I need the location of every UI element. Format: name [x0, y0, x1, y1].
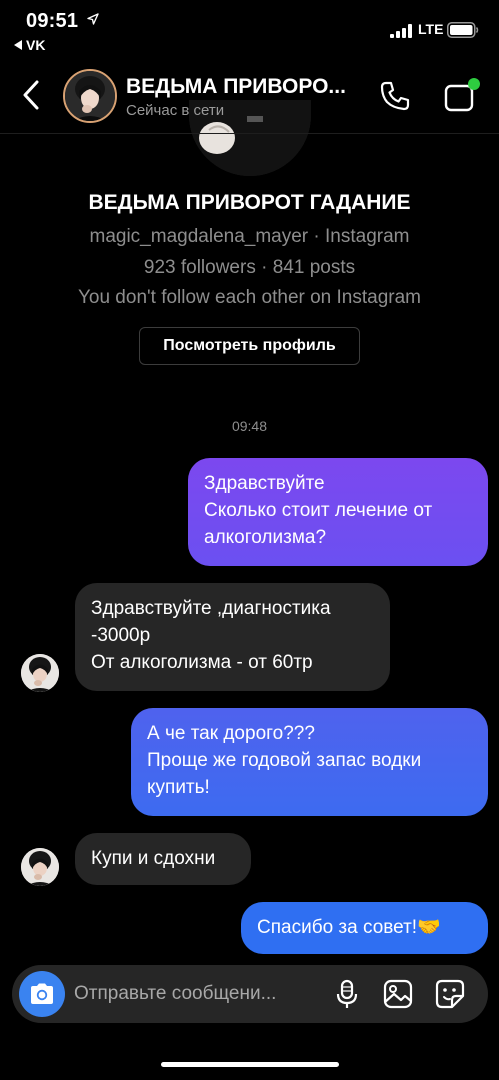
cellular-signal-icon — [390, 24, 412, 38]
online-status: Сейчас в сети — [126, 102, 225, 119]
back-app-label: VK — [26, 37, 46, 53]
profile-stats: 923 followers · 841 posts — [143, 257, 356, 278]
microphone-icon[interactable] — [331, 978, 363, 1010]
sender-avatar-image — [21, 654, 59, 692]
message-text: Спасибо за совет!🤝 — [257, 917, 441, 938]
status-bar: 09:51 VK LTE — [0, 0, 499, 58]
message-text: Купи и сдохни — [91, 848, 216, 869]
message-bubble-outgoing[interactable]: Спасибо за совет!🤝 — [241, 902, 488, 954]
gallery-icon[interactable] — [382, 978, 414, 1010]
camera-icon — [31, 983, 53, 1004]
message-composer — [12, 965, 488, 1023]
message-text: А че так дорого??? Проще же годовой запа… — [147, 723, 422, 798]
status-time: 09:51 — [26, 10, 79, 32]
back-chevron-icon[interactable] — [18, 78, 44, 112]
sender-avatar[interactable] — [21, 848, 59, 886]
phone-call-icon[interactable] — [377, 78, 413, 114]
profile-handle: magic_magdalena_mayer · Instagram — [89, 226, 410, 247]
message-bubble-outgoing[interactable]: Здравствуйте Сколько стоит лечение от ал… — [188, 458, 488, 566]
header-avatar[interactable] — [63, 69, 117, 123]
chat-header: ВЕДЬМА ПРИВОРО... Сейчас в сети — [0, 58, 499, 134]
back-to-app-link[interactable]: VK — [14, 37, 45, 53]
message-bubble-incoming[interactable]: Здравствуйте ,диагностика -3000р От алко… — [75, 583, 390, 691]
home-indicator[interactable] — [161, 1062, 339, 1067]
profile-name: ВЕДЬМА ПРИВОРОТ ГАДАНИЕ — [88, 191, 411, 214]
network-type: LTE — [418, 21, 444, 37]
message-text: Здравствуйте ,диагностика -3000р От алко… — [91, 598, 331, 673]
avatar-photo-image — [65, 71, 115, 121]
message-bubble-incoming[interactable]: Купи и сдохни — [75, 833, 251, 885]
message-input[interactable] — [74, 979, 324, 1009]
follow-status: You don't follow each other on Instagram — [77, 287, 422, 308]
chat-title[interactable]: ВЕДЬМА ПРИВОРО... — [126, 75, 346, 99]
video-call-icon[interactable] — [441, 76, 481, 116]
camera-button[interactable] — [19, 971, 65, 1017]
sender-avatar-image — [21, 848, 59, 886]
battery-icon — [447, 22, 479, 38]
message-bubble-outgoing[interactable]: А че так дорого??? Проще же годовой запа… — [131, 708, 488, 816]
message-text: Здравствуйте Сколько стоит лечение от ал… — [204, 473, 433, 548]
back-triangle-icon — [14, 40, 22, 50]
sender-avatar[interactable] — [21, 654, 59, 692]
view-profile-button[interactable]: Посмотреть профиль — [139, 327, 360, 365]
location-arrow-icon — [87, 13, 99, 25]
sticker-icon[interactable] — [434, 978, 466, 1010]
message-timestamp: 09:48 — [231, 418, 268, 434]
